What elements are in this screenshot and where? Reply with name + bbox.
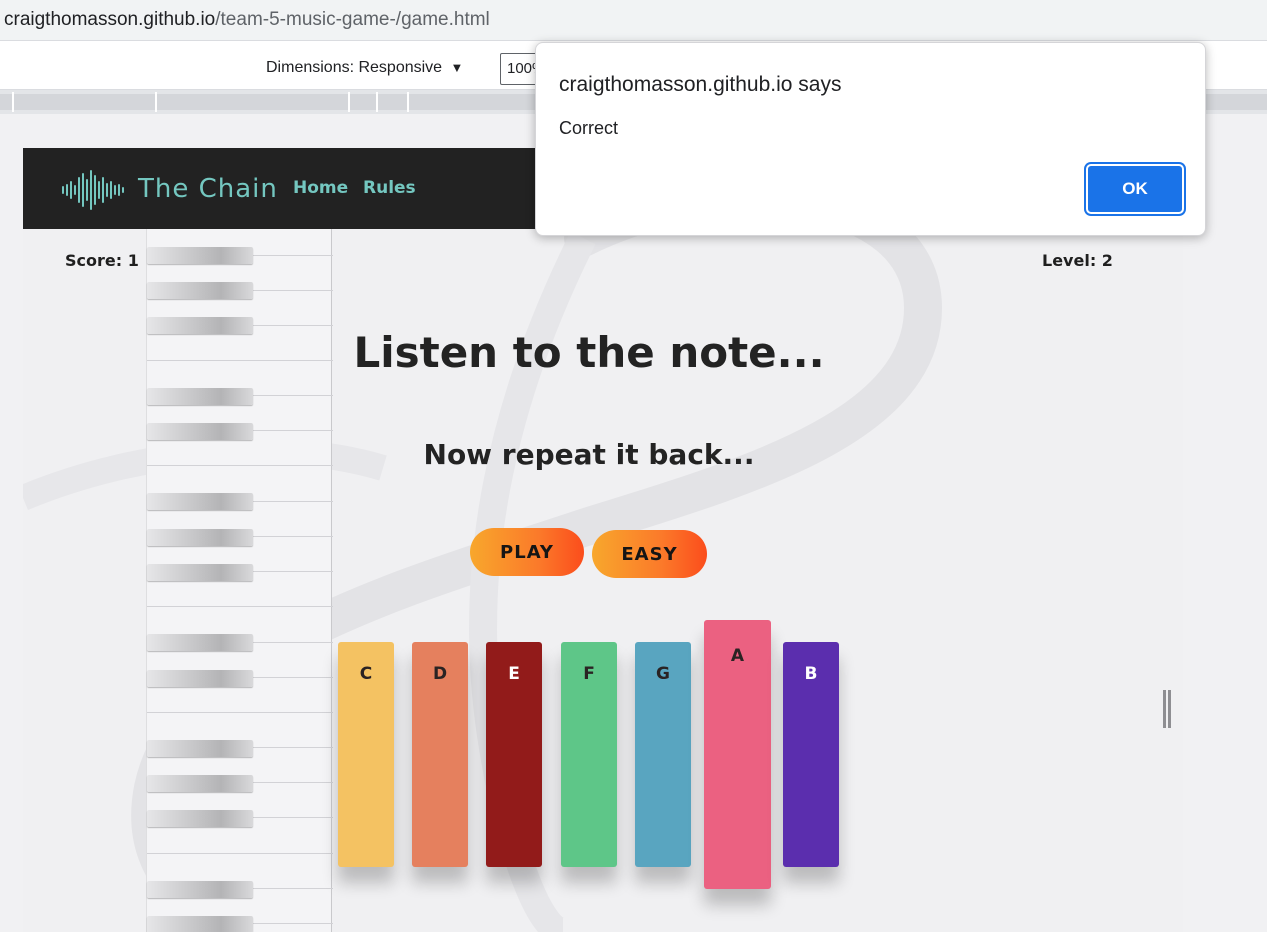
note-label: E: [508, 664, 520, 684]
piano-black-key: [147, 423, 253, 440]
score-label: Score: 1: [65, 251, 139, 270]
note-bar-c[interactable]: C: [338, 642, 394, 867]
ruler-tick: [12, 92, 14, 112]
piano-black-key: [147, 388, 253, 405]
ruler-tick: [376, 92, 378, 112]
ruler-tick: [155, 92, 157, 112]
url-domain: craigthomasson.github.io: [4, 9, 216, 30]
piano-white-key-divider: [147, 853, 333, 854]
ruler-tick: [348, 92, 350, 112]
piano-black-key: [147, 916, 253, 932]
site-logo[interactable]: The Chain: [138, 174, 278, 204]
piano-black-key: [147, 670, 253, 687]
note-bar-f[interactable]: F: [561, 642, 617, 867]
difficulty-button[interactable]: EASY: [592, 530, 707, 578]
piano-black-key: [147, 810, 253, 827]
page-title: Listen to the note...: [353, 328, 825, 377]
piano-black-key: [147, 282, 253, 299]
note-label: G: [656, 664, 670, 684]
piano-white-key-divider: [147, 465, 333, 466]
note-bar-d[interactable]: D: [412, 642, 468, 867]
note-bar-b[interactable]: B: [783, 642, 839, 867]
piano-black-key: [147, 634, 253, 651]
address-bar[interactable]: craigthomasson.github.io/team-5-music-ga…: [0, 0, 1267, 40]
piano-white-key-divider: [147, 712, 333, 713]
resize-handle[interactable]: [1163, 690, 1173, 728]
play-button[interactable]: PLAY: [470, 528, 584, 576]
dimensions-dropdown[interactable]: Dimensions: Responsive ▼: [266, 59, 463, 77]
nav-rules-link[interactable]: Rules: [363, 178, 416, 198]
piano-black-key: [147, 529, 253, 546]
note-label: F: [583, 664, 595, 684]
note-label: B: [804, 664, 818, 684]
note-bar-g[interactable]: G: [635, 642, 691, 867]
piano-black-key: [147, 775, 253, 792]
screen: craigthomasson.github.io/team-5-music-ga…: [0, 0, 1267, 932]
piano-black-key: [147, 247, 253, 264]
note-bar-a[interactable]: A: [704, 620, 771, 889]
dialog-message: Correct: [559, 118, 619, 138]
chevron-down-icon: ▼: [450, 60, 464, 75]
dimensions-label: Dimensions: Responsive: [266, 59, 443, 76]
note-label: C: [359, 664, 373, 684]
piano-black-key: [147, 564, 253, 581]
piano-black-key: [147, 881, 253, 898]
alert-dialog: craigthomasson.github.io says Correct OK: [535, 42, 1206, 236]
piano-black-key: [147, 493, 253, 510]
piano-white-key-divider: [147, 606, 333, 607]
page-viewport: The Chain Home Rules Score: 1 Level: 2 L…: [23, 148, 1183, 932]
level-label: Level: 2: [1042, 251, 1113, 270]
note-label: D: [432, 664, 448, 684]
dialog-title: craigthomasson.github.io says: [559, 73, 842, 96]
soundwave-logo-icon: [62, 170, 124, 210]
ruler-tick: [407, 92, 409, 112]
note-label: A: [730, 646, 745, 666]
instruction-text: Now repeat it back...: [423, 438, 755, 471]
piano-black-key: [147, 317, 253, 334]
nav-home-link[interactable]: Home: [293, 178, 348, 198]
ok-button[interactable]: OK: [1086, 164, 1184, 214]
note-bar-e[interactable]: E: [486, 642, 542, 867]
piano-black-key: [147, 740, 253, 757]
url-path: /team-5-music-game-/game.html: [215, 9, 490, 30]
